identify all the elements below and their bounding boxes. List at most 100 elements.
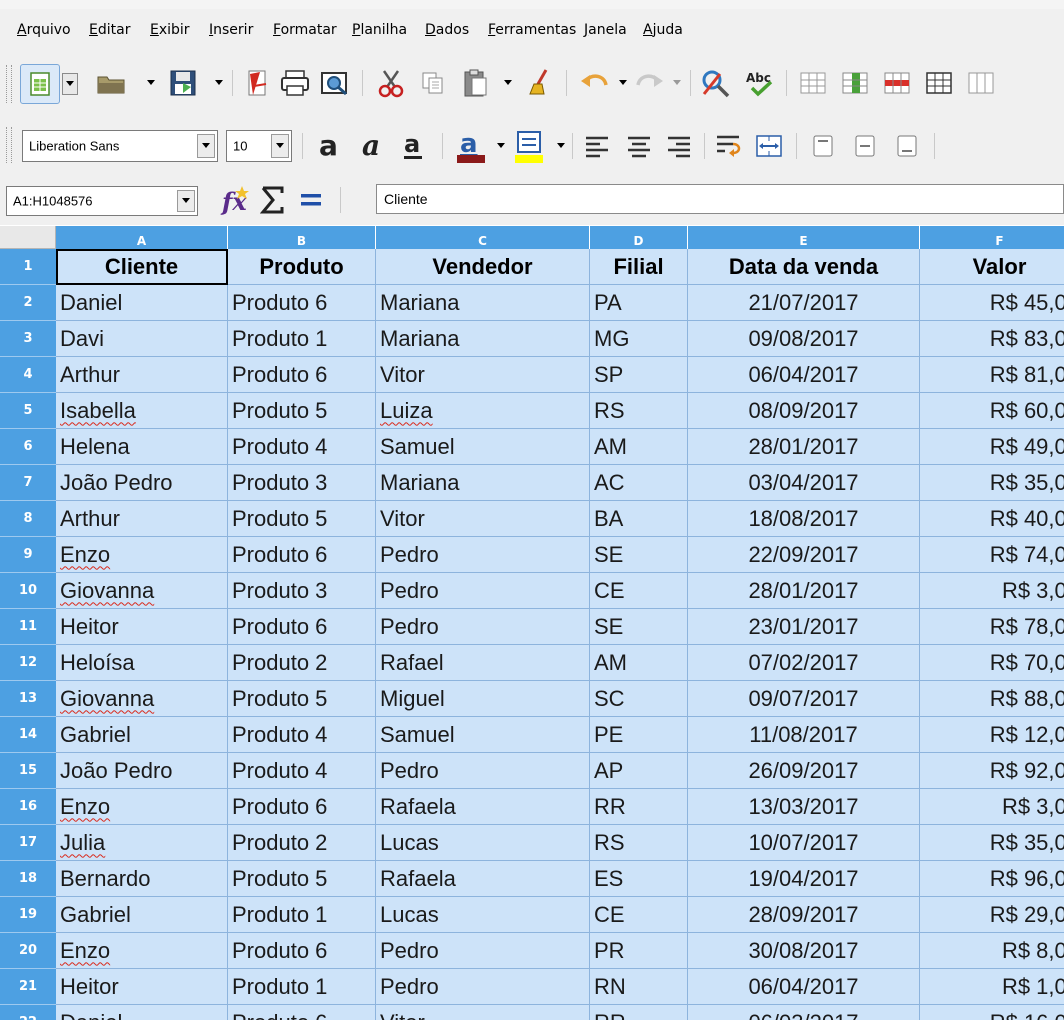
table-cell[interactable]: 22/09/2017 xyxy=(688,537,920,573)
header-cell-d[interactable]: Filial xyxy=(590,249,688,285)
table-cell[interactable]: R$ 81,00 xyxy=(920,357,1064,393)
table-cell[interactable]: 06/04/2017 xyxy=(688,357,920,393)
table-cell[interactable]: SE xyxy=(590,609,688,645)
row-header-10[interactable]: 10 xyxy=(0,573,56,609)
table-cell[interactable]: Enzo xyxy=(56,537,228,573)
row-header-19[interactable]: 19 xyxy=(0,897,56,933)
row-header-6[interactable]: 6 xyxy=(0,429,56,465)
table-cell[interactable]: Vitor xyxy=(376,501,590,537)
table-cell[interactable]: Giovanna xyxy=(56,573,228,609)
table-cell[interactable]: Pedro xyxy=(376,609,590,645)
menu-ferramentas[interactable]: Ferramentas xyxy=(488,22,576,38)
table-cell[interactable]: R$ 40,00 xyxy=(920,501,1064,537)
function-wizard-button[interactable]: fx xyxy=(216,182,254,218)
table-cell[interactable]: João Pedro xyxy=(56,465,228,501)
table-button[interactable] xyxy=(922,66,956,100)
table-cell[interactable]: 21/07/2017 xyxy=(688,285,920,321)
table-cell[interactable]: Produto 6 xyxy=(228,609,376,645)
table-cell[interactable]: R$ 83,00 xyxy=(920,321,1064,357)
insert-columns-button[interactable] xyxy=(838,66,872,100)
table-cell[interactable]: R$ 45,00 xyxy=(920,285,1064,321)
table-cell[interactable]: 19/04/2017 xyxy=(688,861,920,897)
table-cell[interactable]: Produto 6 xyxy=(228,933,376,969)
menu-janela[interactable]: Janela xyxy=(584,22,627,38)
menu-arquivo[interactable]: Arquivo xyxy=(17,22,71,38)
row-header-2[interactable]: 2 xyxy=(0,285,56,321)
table-cell[interactable]: RR xyxy=(590,789,688,825)
table-cell[interactable]: Produto 6 xyxy=(228,285,376,321)
table-cell[interactable]: RS xyxy=(590,393,688,429)
table-cell[interactable]: Isabella xyxy=(56,393,228,429)
find-replace-button[interactable] xyxy=(698,66,734,100)
table-cell[interactable]: Samuel xyxy=(376,717,590,753)
row-header-16[interactable]: 16 xyxy=(0,789,56,825)
row-header-14[interactable]: 14 xyxy=(0,717,56,753)
table-cell[interactable]: Produto 1 xyxy=(228,321,376,357)
table-cell[interactable]: Julia xyxy=(56,825,228,861)
table-cell[interactable]: R$ 74,00 xyxy=(920,537,1064,573)
row-header-21[interactable]: 21 xyxy=(0,969,56,1005)
menu-inserir[interactable]: Inserir xyxy=(209,22,253,38)
font-color-button[interactable]: a xyxy=(450,125,492,167)
table-cell[interactable]: R$ 60,00 xyxy=(920,393,1064,429)
column-header-b[interactable]: B xyxy=(228,226,376,249)
spelling-button[interactable]: Abc xyxy=(742,66,778,100)
align-middle-button[interactable] xyxy=(848,129,882,163)
font-size-select[interactable]: 10 xyxy=(226,130,292,162)
table-cell[interactable]: Produto 6 xyxy=(228,789,376,825)
table-cell[interactable]: 26/09/2017 xyxy=(688,753,920,789)
table-cell[interactable]: Produto 5 xyxy=(228,393,376,429)
table-cell[interactable]: AM xyxy=(590,645,688,681)
undo-dropdown[interactable] xyxy=(618,78,628,88)
select-all-corner[interactable] xyxy=(0,226,56,249)
row-header-22[interactable]: 22 xyxy=(0,1005,56,1020)
table-cell[interactable]: Produto 6 xyxy=(228,1005,376,1020)
table-cell[interactable]: 13/03/2017 xyxy=(688,789,920,825)
table-cell[interactable]: 23/01/2017 xyxy=(688,609,920,645)
table-cell[interactable]: Produto 3 xyxy=(228,465,376,501)
column-header-f[interactable]: F xyxy=(920,226,1064,249)
row-header-8[interactable]: 8 xyxy=(0,501,56,537)
toolbar-grip[interactable] xyxy=(6,65,12,103)
table-cell[interactable]: Mariana xyxy=(376,285,590,321)
formula-button[interactable] xyxy=(294,182,328,218)
merge-center-button[interactable] xyxy=(752,129,786,163)
header-cell-f[interactable]: Valor xyxy=(920,249,1064,285)
row-header-20[interactable]: 20 xyxy=(0,933,56,969)
table-cell[interactable]: Produto 4 xyxy=(228,717,376,753)
font-name-dropdown-button[interactable] xyxy=(197,134,215,158)
table-cell[interactable]: AP xyxy=(590,753,688,789)
table-cell[interactable]: Vitor xyxy=(376,1005,590,1020)
export-pdf-button[interactable] xyxy=(240,66,274,100)
table-cell[interactable]: Produto 6 xyxy=(228,357,376,393)
table-cell[interactable]: Produto 6 xyxy=(228,537,376,573)
row-header-11[interactable]: 11 xyxy=(0,609,56,645)
more-toolbar-button[interactable] xyxy=(964,66,998,100)
table-cell[interactable]: Daniel xyxy=(56,285,228,321)
table-cell[interactable]: R$ 35,00 xyxy=(920,825,1064,861)
table-cell[interactable]: Helena xyxy=(56,429,228,465)
table-cell[interactable]: RR xyxy=(590,1005,688,1020)
table-cell[interactable]: PA xyxy=(590,285,688,321)
menu-editar[interactable]: Editar xyxy=(89,22,130,38)
print-button[interactable] xyxy=(278,66,312,100)
table-cell[interactable]: Heitor xyxy=(56,609,228,645)
delete-rows-button[interactable] xyxy=(880,66,914,100)
table-cell[interactable]: Mariana xyxy=(376,465,590,501)
table-cell[interactable]: R$ 29,00 xyxy=(920,897,1064,933)
table-cell[interactable]: 09/07/2017 xyxy=(688,681,920,717)
table-cell[interactable]: R$ 3,00 xyxy=(920,573,1064,609)
table-cell[interactable]: João Pedro xyxy=(56,753,228,789)
table-cell[interactable]: R$ 35,00 xyxy=(920,465,1064,501)
table-cell[interactable]: Produto 2 xyxy=(228,645,376,681)
table-cell[interactable]: PE xyxy=(590,717,688,753)
table-cell[interactable]: Lucas xyxy=(376,825,590,861)
menu-formatar[interactable]: Formatar xyxy=(273,22,337,38)
table-cell[interactable]: SC xyxy=(590,681,688,717)
font-name-select[interactable]: Liberation Sans xyxy=(22,130,218,162)
table-cell[interactable]: R$ 92,00 xyxy=(920,753,1064,789)
table-cell[interactable]: R$ 70,00 xyxy=(920,645,1064,681)
clone-formatting-button[interactable] xyxy=(522,66,556,100)
table-cell[interactable]: Rafael xyxy=(376,645,590,681)
table-cell[interactable]: R$ 8,00 xyxy=(920,933,1064,969)
